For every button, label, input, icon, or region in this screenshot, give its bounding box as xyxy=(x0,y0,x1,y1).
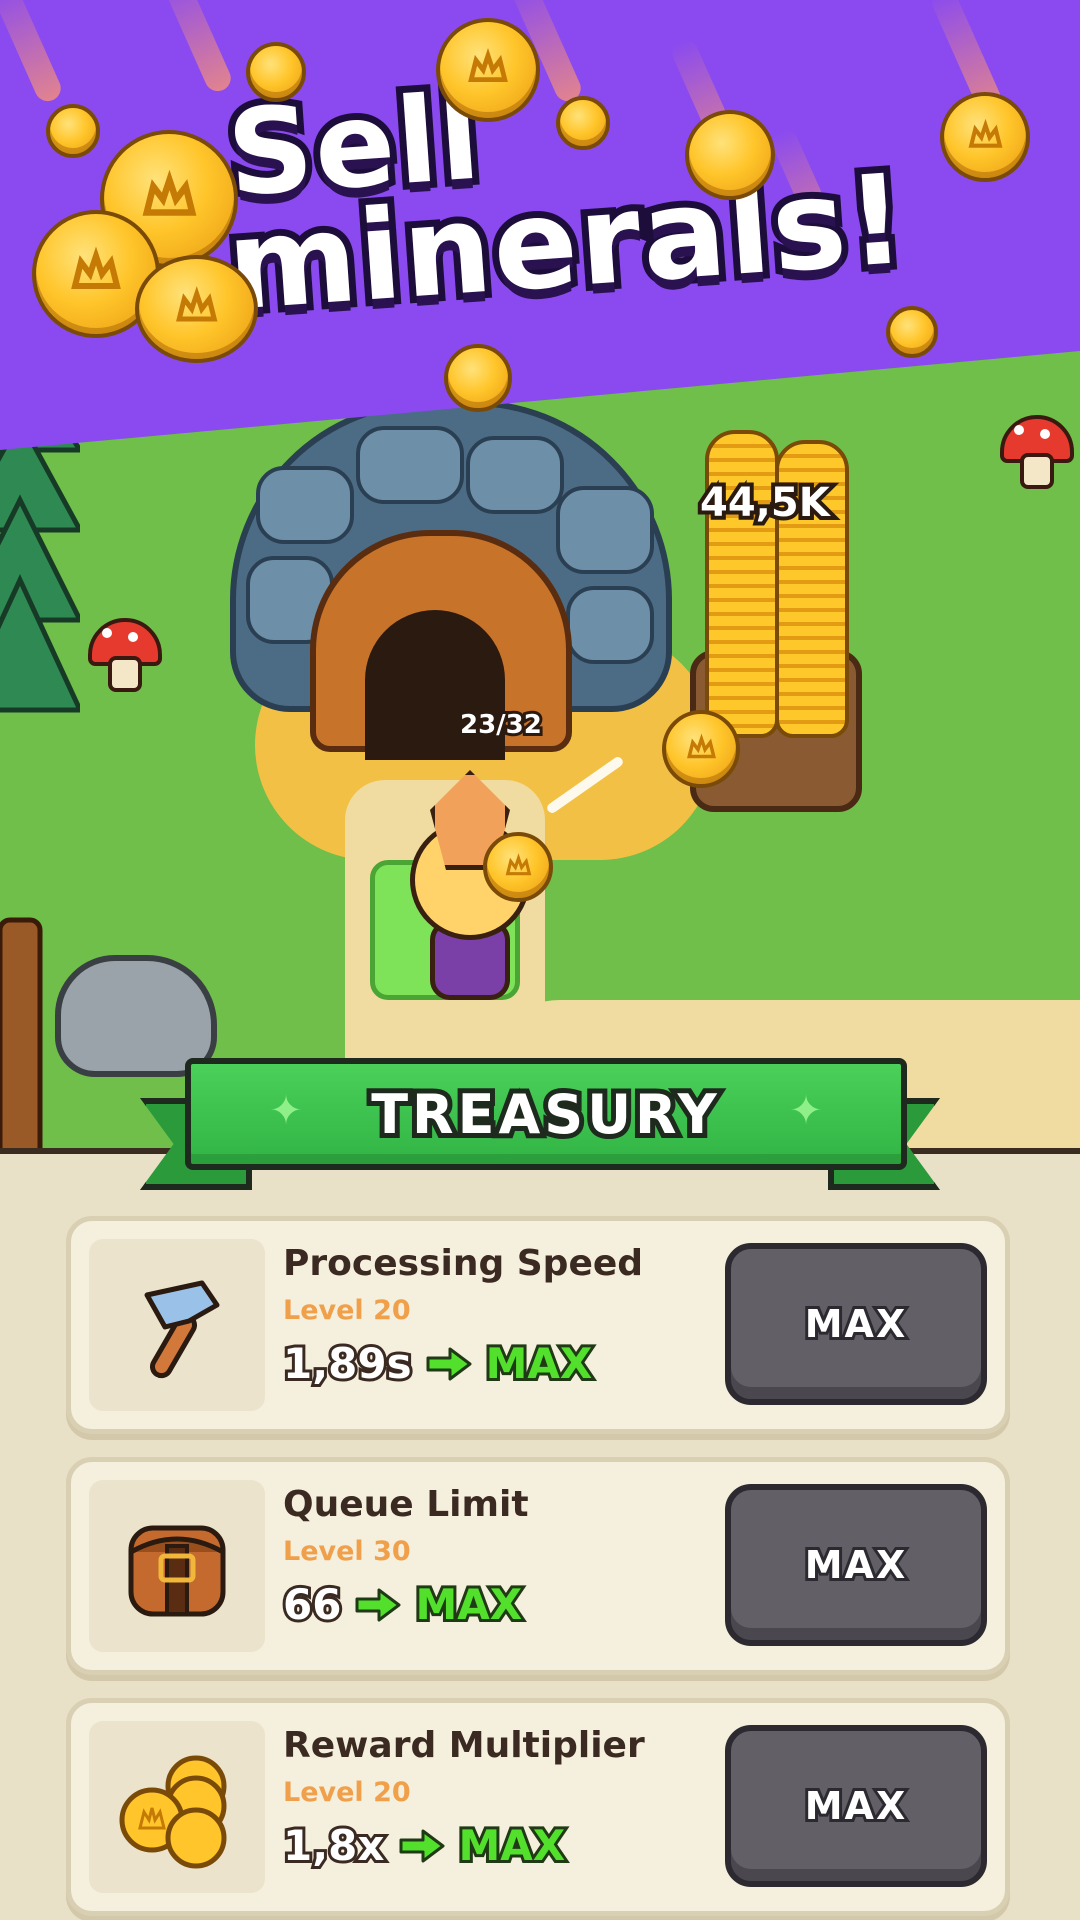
bag-icon xyxy=(89,1480,265,1652)
next-value: MAX xyxy=(456,1818,569,1873)
current-value: 1,89s xyxy=(280,1336,415,1391)
treasury-title: TREASURY xyxy=(366,1078,722,1151)
game-screen: 23/32 44,5K Sell minerals! ✦ TREASURY ✦ … xyxy=(0,0,1080,1920)
coin-icon xyxy=(685,110,775,200)
coin-icon xyxy=(662,710,740,788)
mine-cart-counter: 23/32 xyxy=(457,707,545,743)
max-button-label: MAX xyxy=(802,1299,909,1349)
max-button-label: MAX xyxy=(802,1781,909,1831)
coin-icon xyxy=(46,104,100,158)
coin-icon xyxy=(886,306,938,358)
coin-icon xyxy=(436,18,540,122)
coin-icon xyxy=(940,92,1030,182)
upgrade-level: Level 20 xyxy=(283,1295,411,1326)
coin-icon xyxy=(444,344,512,412)
upgrade-stat: 1,8x MAX xyxy=(280,1818,569,1873)
upgrade-card-processing-speed: Processing Speed Level 20 1,89s MAX MAX xyxy=(66,1216,1010,1434)
arrow-right-icon xyxy=(426,1347,472,1380)
max-button-label: MAX xyxy=(802,1540,909,1590)
treasury-header: ✦ TREASURY ✦ xyxy=(140,1058,940,1190)
upgrade-stat: 66 MAX xyxy=(280,1577,525,1632)
max-button[interactable]: MAX xyxy=(725,1243,987,1405)
arrow-right-icon xyxy=(355,1588,401,1621)
coin-icon xyxy=(135,255,258,363)
upgrade-name: Queue Limit xyxy=(283,1484,529,1525)
next-value: MAX xyxy=(483,1336,596,1391)
upgrade-level: Level 20 xyxy=(283,1777,411,1808)
coin-stack xyxy=(705,430,779,738)
upgrade-name: Reward Multiplier xyxy=(283,1725,645,1766)
upgrade-stat: 1,89s MAX xyxy=(280,1336,596,1391)
coins-icon xyxy=(89,1721,265,1893)
sparkle-icon: ✦ xyxy=(789,1088,823,1134)
max-button[interactable]: MAX xyxy=(725,1725,987,1887)
upgrade-level: Level 30 xyxy=(283,1536,411,1567)
current-value: 66 xyxy=(280,1577,345,1632)
coin-icon xyxy=(246,42,306,102)
arrow-right-icon xyxy=(399,1829,444,1862)
sparkle-icon: ✦ xyxy=(269,1088,303,1134)
coin-icon xyxy=(556,96,610,150)
coin-icon xyxy=(483,832,553,902)
upgrade-name: Processing Speed xyxy=(283,1243,644,1284)
next-value: MAX xyxy=(412,1577,525,1632)
hammer-icon xyxy=(89,1239,265,1411)
upgrade-card-reward-multiplier: Reward Multiplier Level 20 1,8x MAX MAX xyxy=(66,1698,1010,1916)
coin-stack-amount: 44,5K xyxy=(696,476,834,530)
current-value: 1,8x xyxy=(280,1818,387,1873)
upgrade-card-queue-limit: Queue Limit Level 30 66 MAX MAX xyxy=(66,1457,1010,1675)
max-button[interactable]: MAX xyxy=(725,1484,987,1646)
